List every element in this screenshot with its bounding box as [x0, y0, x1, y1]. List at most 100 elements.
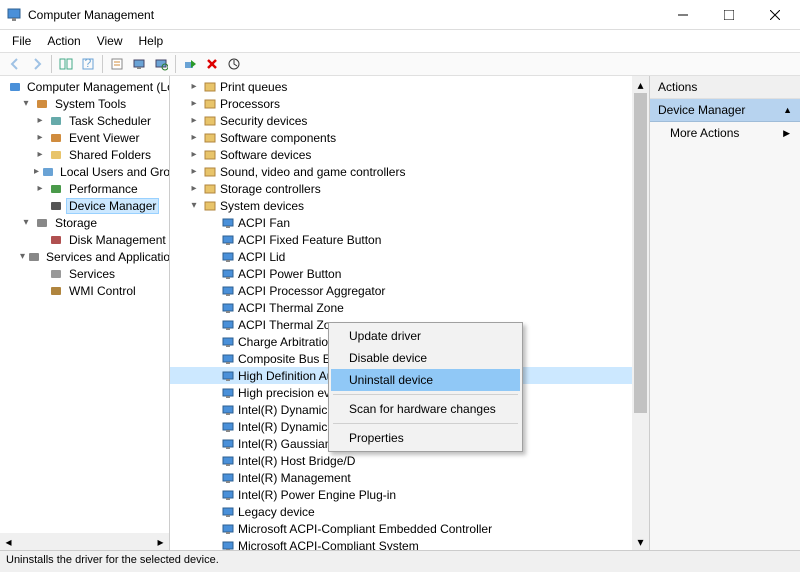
tree-item[interactable]: ▸Event Viewer — [0, 129, 169, 146]
device-item[interactable]: ACPI Lid — [170, 248, 649, 265]
minimize-button[interactable] — [660, 0, 706, 30]
tree-item[interactable]: ▸Local Users and Groups — [0, 163, 169, 180]
tree-icon — [48, 181, 64, 197]
tree-item[interactable]: Services — [0, 265, 169, 282]
tree-icon — [27, 249, 41, 265]
tree-icon — [41, 164, 55, 180]
device-category[interactable]: ▸ Storage controllers — [170, 180, 649, 197]
tree-item[interactable]: ▸ Task Scheduler — [0, 112, 169, 129]
expand-icon[interactable]: ▸ — [34, 183, 46, 194]
device-category[interactable]: ▸Security devices — [170, 112, 649, 129]
device-list-pane: ▸ Print queues▸Processors▸Security device… — [170, 76, 650, 550]
properties-button[interactable] — [106, 54, 128, 74]
expand-icon[interactable]: ▸ — [188, 183, 200, 194]
expand-icon[interactable]: ▸ — [188, 166, 200, 177]
expand-icon[interactable]: ▾ — [20, 98, 32, 109]
expand-icon[interactable]: ▸ — [34, 149, 46, 160]
ctx-disable-device[interactable]: Disable device — [331, 347, 520, 369]
horizontal-scrollbar[interactable]: ◂ ▸ — [0, 533, 169, 550]
expand-icon[interactable]: ▸ — [34, 166, 39, 177]
menu-file[interactable]: File — [4, 32, 39, 50]
ctx-properties[interactable]: Properties — [331, 427, 520, 449]
device-item[interactable]: ACPI Thermal Zone — [170, 299, 649, 316]
expand-icon[interactable]: ▸ — [34, 115, 46, 126]
tree-label: Services and Applications — [43, 250, 170, 264]
device-label: Software components — [220, 131, 336, 145]
tree-item[interactable]: ▾ System Tools — [0, 95, 169, 112]
device-icon — [220, 538, 236, 551]
show-hide-tree-button[interactable] — [55, 54, 77, 74]
maximize-button[interactable] — [706, 0, 752, 30]
tree-item[interactable]: Computer Management (Local — [0, 78, 169, 95]
device-category[interactable]: ▸Software devices — [170, 146, 649, 163]
device-item[interactable]: ACPI Processor Aggregator — [170, 282, 649, 299]
expand-icon[interactable]: ▸ — [188, 132, 200, 143]
device-item[interactable]: Microsoft ACPI-Compliant Embedded Contro… — [170, 520, 649, 537]
enable-button[interactable] — [179, 54, 201, 74]
expand-icon[interactable]: ▸ — [188, 115, 200, 126]
menu-action[interactable]: Action — [39, 32, 88, 50]
tree-item[interactable]: ▾Storage — [0, 214, 169, 231]
more-actions[interactable]: More Actions ▶ — [650, 122, 800, 144]
device-icon — [202, 164, 218, 180]
ctx-uninstall-device[interactable]: Uninstall device — [331, 369, 520, 391]
scroll-right-button[interactable]: ▸ — [152, 533, 169, 550]
back-button[interactable] — [4, 54, 26, 74]
device-label: Intel(R) Host Bridge/D — [238, 454, 355, 468]
tree-label: Task Scheduler — [66, 114, 154, 128]
context-menu: Update driver Disable device Uninstall d… — [328, 322, 523, 452]
ctx-update-driver[interactable]: Update driver — [331, 325, 520, 347]
device-icon — [220, 283, 236, 299]
menu-view[interactable]: View — [89, 32, 131, 50]
update-driver-button[interactable] — [223, 54, 245, 74]
expand-icon[interactable]: ▸ — [188, 81, 200, 92]
scroll-left-button[interactable]: ◂ — [0, 533, 17, 550]
device-category[interactable]: ▾System devices — [170, 197, 649, 214]
expand-icon[interactable]: ▾ — [188, 200, 200, 211]
tree-item[interactable]: ▸Shared Folders — [0, 146, 169, 163]
help-button[interactable]: ? — [77, 54, 99, 74]
tree-item[interactable]: ▾ Services and Applications — [0, 248, 169, 265]
uninstall-button[interactable] — [201, 54, 223, 74]
forward-button[interactable] — [26, 54, 48, 74]
device-item[interactable]: Microsoft ACPI-Compliant System — [170, 537, 649, 550]
device-label: Print queues — [220, 80, 287, 94]
device-label: Sound, video and game controllers — [220, 165, 405, 179]
status-bar: Uninstalls the driver for the selected d… — [0, 551, 800, 572]
expand-icon[interactable]: ▸ — [188, 149, 200, 160]
tree-label: System Tools — [52, 97, 129, 111]
expand-icon[interactable]: ▸ — [34, 132, 46, 143]
tree-item[interactable]: Device Manager — [0, 197, 169, 214]
expand-icon[interactable]: ▾ — [20, 251, 25, 262]
device-item[interactable]: Intel(R) Management — [170, 469, 649, 486]
expand-icon[interactable]: ▾ — [20, 217, 32, 228]
menu-help[interactable]: Help — [131, 32, 172, 50]
device-item[interactable]: ACPI Fixed Feature Button — [170, 231, 649, 248]
tree-item[interactable]: WMI Control — [0, 282, 169, 299]
tree-icon — [34, 215, 50, 231]
tree-item[interactable]: ▸Performance — [0, 180, 169, 197]
tree-item[interactable]: Disk Management — [0, 231, 169, 248]
device-category[interactable]: ▸ Sound, video and game controllers — [170, 163, 649, 180]
window-title: Computer Management — [28, 8, 154, 22]
device-icon — [220, 368, 236, 384]
device-item[interactable]: Legacy device — [170, 503, 649, 520]
device-item[interactable]: ACPI Power Button — [170, 265, 649, 282]
scrollbar-thumb[interactable] — [634, 93, 647, 413]
actions-title[interactable]: Device Manager ▲ — [650, 99, 800, 122]
close-button[interactable] — [752, 0, 798, 30]
scan-button[interactable] — [150, 54, 172, 74]
vertical-scrollbar[interactable]: ▴ ▾ — [632, 76, 649, 550]
device-category[interactable]: ▸Processors — [170, 95, 649, 112]
computer-icon[interactable] — [128, 54, 150, 74]
device-item[interactable]: ACPI Fan — [170, 214, 649, 231]
device-label: Storage controllers — [220, 182, 321, 196]
device-item[interactable]: Intel(R) Power Engine Plug-in — [170, 486, 649, 503]
device-item[interactable]: Intel(R) Host Bridge/D — [170, 452, 649, 469]
expand-icon[interactable]: ▸ — [188, 98, 200, 109]
device-category[interactable]: ▸ Print queues — [170, 78, 649, 95]
menu-separator — [333, 394, 518, 395]
ctx-scan-hardware[interactable]: Scan for hardware changes — [331, 398, 520, 420]
device-category[interactable]: ▸ Software components — [170, 129, 649, 146]
device-icon — [220, 436, 236, 452]
